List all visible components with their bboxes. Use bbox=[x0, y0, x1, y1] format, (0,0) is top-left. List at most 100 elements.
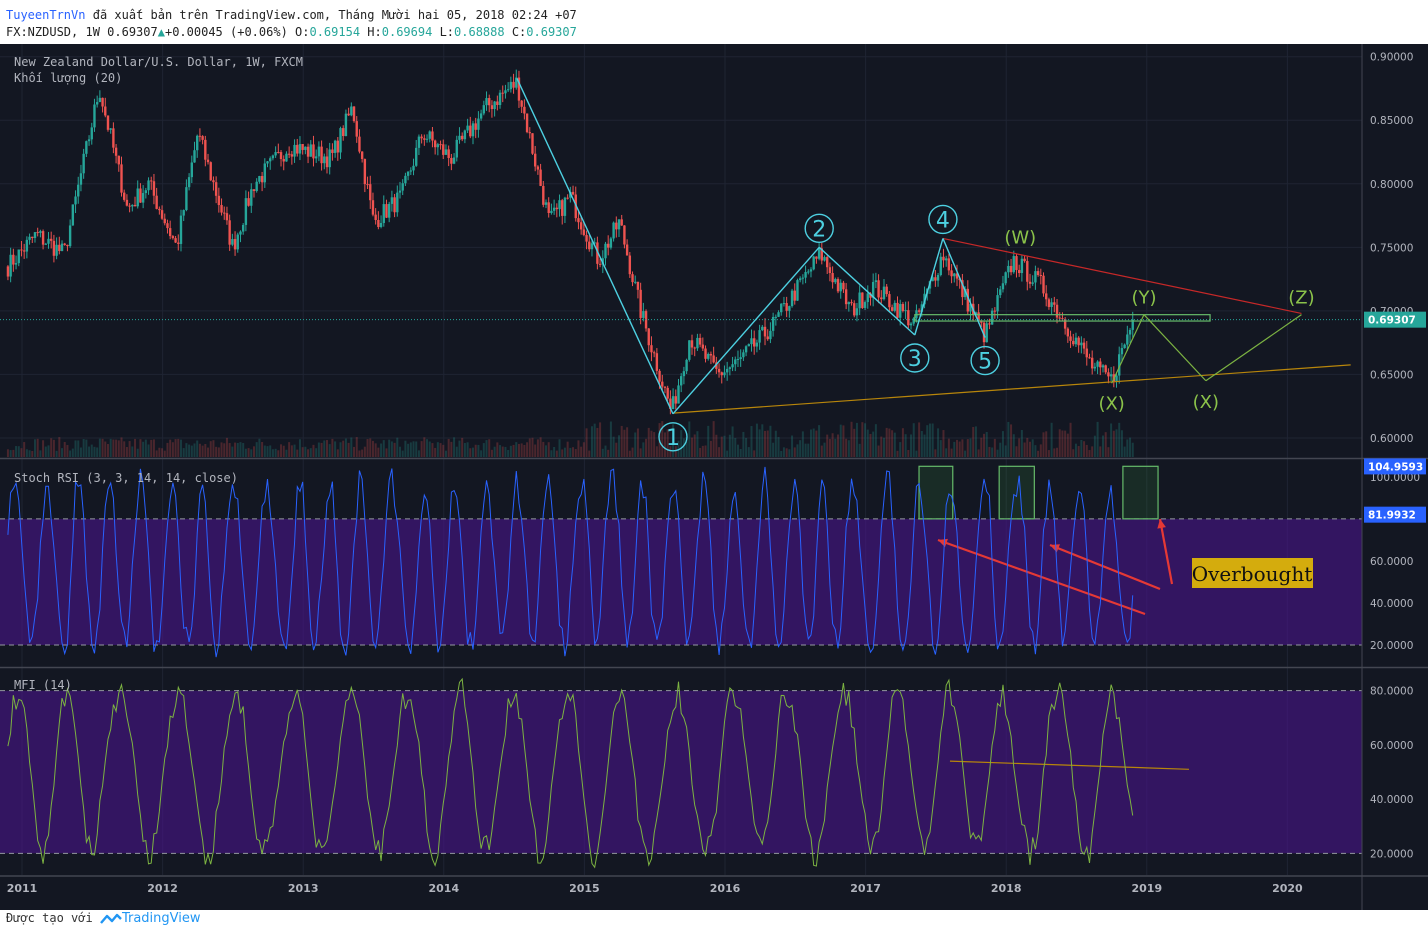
volume-bar bbox=[504, 446, 507, 457]
candle-body bbox=[50, 238, 53, 241]
volume-bar bbox=[231, 446, 234, 457]
volume-bar bbox=[9, 450, 12, 457]
volume-bar bbox=[747, 447, 750, 457]
candle-body bbox=[552, 207, 556, 211]
volume-bar bbox=[371, 440, 374, 457]
volume-bar bbox=[274, 448, 277, 457]
candle-body bbox=[904, 310, 907, 312]
candle-body bbox=[1066, 328, 1070, 337]
volume-bar bbox=[236, 442, 239, 457]
candle-body bbox=[439, 144, 442, 146]
candle-body bbox=[785, 303, 788, 311]
candle-body bbox=[469, 125, 472, 137]
candle-body bbox=[442, 144, 445, 155]
candle-body bbox=[620, 219, 623, 226]
candle-body bbox=[942, 256, 945, 261]
candle-body bbox=[888, 294, 891, 308]
volume-bar bbox=[755, 423, 758, 457]
volume-bar bbox=[123, 441, 126, 457]
candle-body bbox=[866, 293, 869, 303]
x-tick-label: 2016 bbox=[710, 882, 741, 895]
candle-body bbox=[1074, 337, 1078, 345]
volume-bar bbox=[707, 425, 710, 457]
candle-body bbox=[609, 238, 613, 248]
candle-body bbox=[52, 240, 56, 256]
candle-body bbox=[763, 326, 767, 337]
chart-header: TuyeenTrnVn đã xuất bản trên TradingView… bbox=[0, 0, 1428, 44]
volume-bar bbox=[961, 439, 964, 457]
volume-bar bbox=[488, 439, 491, 457]
candle-body bbox=[1128, 329, 1132, 335]
volume-bar bbox=[526, 442, 529, 457]
volume-bar bbox=[439, 443, 442, 457]
tradingview-brand[interactable]: TradingView bbox=[122, 911, 201, 926]
volume-bar bbox=[466, 442, 469, 457]
volume-bar bbox=[577, 440, 580, 457]
overbought-highlight bbox=[918, 465, 954, 520]
volume-bar bbox=[823, 442, 826, 457]
candle-body bbox=[1001, 283, 1005, 290]
volume-label: Khối lượng (20) bbox=[14, 71, 122, 85]
volume-bar bbox=[1007, 421, 1010, 457]
volume-bar bbox=[480, 450, 483, 457]
candle-body bbox=[436, 144, 440, 148]
candle-body bbox=[182, 210, 185, 216]
candle-body bbox=[950, 270, 953, 277]
volume-bar bbox=[307, 449, 310, 457]
volume-bar bbox=[125, 447, 128, 457]
volume-bar bbox=[215, 446, 218, 457]
candle-body bbox=[36, 232, 39, 234]
volume-bar bbox=[796, 444, 799, 457]
volume-bar bbox=[88, 446, 91, 457]
candle-body bbox=[396, 192, 399, 213]
candle-body bbox=[339, 128, 342, 153]
candle-body bbox=[220, 205, 223, 213]
volume-bar bbox=[845, 438, 848, 457]
volume-bar bbox=[942, 430, 945, 457]
candle-body bbox=[455, 139, 458, 158]
volume-bar bbox=[82, 438, 85, 457]
volume-bar bbox=[858, 443, 861, 457]
volume-bar bbox=[339, 442, 342, 457]
volume-bar bbox=[1056, 447, 1059, 457]
candle-body bbox=[558, 200, 561, 210]
volume-bar bbox=[190, 445, 193, 457]
volume-bar bbox=[293, 444, 296, 457]
volume-bar bbox=[1091, 446, 1094, 457]
candle-body bbox=[606, 243, 610, 248]
volume-bar bbox=[612, 436, 615, 457]
wave-label: (Z) bbox=[1288, 287, 1314, 308]
chart-canvas[interactable]: 1 2 3 4 5 (W) (X) (Y) (X) (Z) 2011 2012 2013 2014 201… bbox=[0, 44, 1428, 910]
candle-body bbox=[371, 200, 375, 215]
candle-body bbox=[252, 189, 256, 192]
volume-bar bbox=[547, 442, 550, 457]
volume-bar bbox=[252, 446, 255, 457]
candle-body bbox=[471, 123, 475, 137]
volume-bar bbox=[642, 442, 645, 457]
volume-bar bbox=[1126, 439, 1129, 457]
candle-body bbox=[144, 190, 148, 194]
volume-bar bbox=[631, 447, 634, 457]
wave-label: (W) bbox=[1004, 228, 1036, 249]
candle-body bbox=[725, 368, 729, 373]
volume-bar bbox=[1018, 438, 1021, 457]
main-pane-title: New Zealand Dollar/U.S. Dollar, 1W, FXCM bbox=[14, 55, 303, 69]
candle-body bbox=[1020, 258, 1024, 274]
volume-bar bbox=[444, 450, 447, 457]
candle-body bbox=[14, 263, 18, 265]
volume-bar bbox=[163, 450, 166, 457]
volume-bar bbox=[507, 449, 510, 457]
candle-body bbox=[901, 304, 905, 311]
volume-bar bbox=[726, 450, 729, 457]
candle-body bbox=[452, 157, 456, 164]
volume-bar bbox=[801, 431, 804, 457]
candle-body bbox=[363, 159, 367, 185]
candle-body bbox=[1080, 342, 1083, 346]
candle-body bbox=[233, 239, 237, 250]
candle-body bbox=[196, 135, 199, 151]
volume-bar bbox=[1028, 441, 1031, 457]
volume-bar bbox=[93, 446, 96, 457]
volume-bar bbox=[1015, 446, 1018, 457]
author-link[interactable]: TuyeenTrnVn bbox=[6, 8, 85, 22]
candle-body bbox=[328, 149, 331, 168]
